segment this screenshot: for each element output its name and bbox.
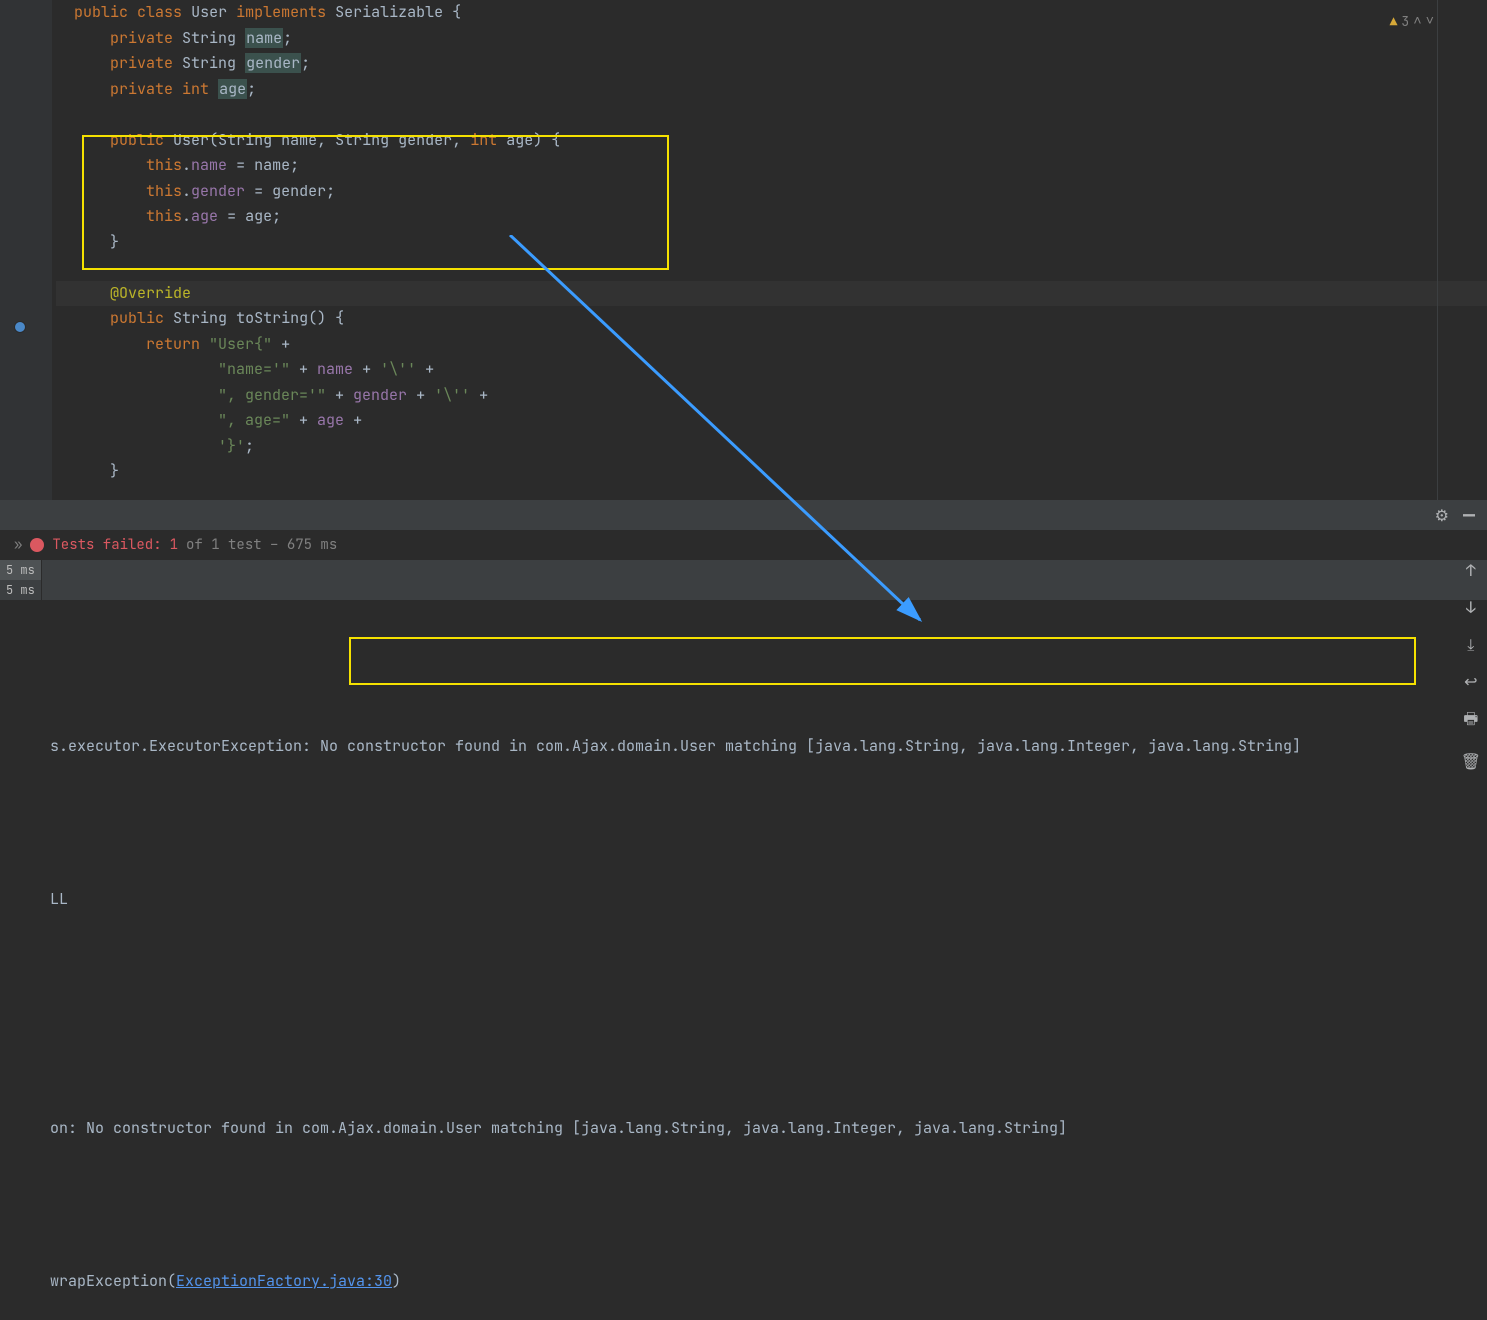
code-line[interactable]: private int age;	[56, 77, 1487, 103]
code-line[interactable]: private String name;	[56, 26, 1487, 52]
scroll-down-icon[interactable]: ↓	[1461, 597, 1481, 618]
chevron-up-icon[interactable]: ˄	[1413, 12, 1421, 30]
console-line	[50, 963, 1473, 989]
code-line[interactable]: "name='" + name + '\'' +	[56, 357, 1487, 383]
minimize-icon[interactable]: —	[1463, 502, 1475, 528]
line-gutter	[0, 0, 52, 500]
fail-dot-icon	[30, 538, 44, 552]
code-line[interactable]: public String toString() {	[56, 306, 1487, 332]
scroll-up-icon[interactable]: ↑	[1461, 560, 1481, 581]
console-line	[50, 1193, 1473, 1219]
right-rail	[1437, 0, 1487, 500]
settings-icon[interactable]: ⚙	[1435, 505, 1449, 526]
test-tree-tabs-2: 5 ms	[0, 580, 1487, 600]
code-line[interactable]: return "User{" +	[56, 332, 1487, 358]
test-tree-tabs: 5 ms	[0, 560, 1487, 580]
clear-icon[interactable]: 🗑	[1461, 751, 1481, 772]
code-line[interactable]: ", age=" + age +	[56, 408, 1487, 434]
console-line	[50, 1040, 1473, 1066]
inspection-status[interactable]: ▲ 3 ˄ ˅	[1390, 12, 1434, 30]
code-line[interactable]	[56, 102, 1487, 128]
code-line[interactable]: this.name = name;	[56, 153, 1487, 179]
chevron-down-icon[interactable]: ˅	[1426, 12, 1434, 30]
code-line[interactable]: '}';	[56, 434, 1487, 460]
code-line[interactable]	[56, 255, 1487, 281]
console-line	[50, 657, 1473, 683]
code-line[interactable]: private String gender;	[56, 51, 1487, 77]
console-output[interactable]: s.executor.ExecutorException: No constru…	[0, 600, 1487, 900]
code-line[interactable]: ", gender='" + gender + '\'' +	[56, 383, 1487, 409]
code-line[interactable]: @Override	[56, 281, 1487, 307]
softwrap-icon[interactable]: ↩	[1461, 671, 1481, 692]
code-line[interactable]: this.age = age;	[56, 204, 1487, 230]
tests-failed-count: 1	[170, 536, 178, 554]
console-toolbar: ↑ ↓ ⤓ ↩ 🖶 🗑	[1461, 560, 1481, 772]
test-status-bar: » Tests failed: 1 of 1 test – 675 ms	[0, 530, 1487, 560]
export-icon[interactable]: ⤓	[1461, 634, 1481, 655]
test-duration-tab2[interactable]: 5 ms	[0, 580, 42, 600]
tests-summary: of 1 test – 675 ms	[186, 536, 337, 554]
warning-count: 3	[1401, 13, 1409, 30]
code-line[interactable]: public User(String name, String gender, …	[56, 128, 1487, 154]
warning-icon: ▲	[1390, 13, 1398, 30]
code-pane[interactable]: public class User implements Serializabl…	[52, 0, 1487, 500]
code-line[interactable]: this.gender = gender;	[56, 179, 1487, 205]
code-line[interactable]: }	[56, 459, 1487, 485]
console-line	[50, 810, 1473, 836]
test-duration-tab1[interactable]: 5 ms	[0, 560, 42, 580]
toolwindow-header: ⚙ —	[0, 500, 1487, 530]
console-cause-line: on: No constructor found in com.Ajax.dom…	[50, 1116, 1473, 1142]
console-stacktrace-line: wrapException(ExceptionFactory.java:30)	[50, 1269, 1473, 1295]
code-line[interactable]: }	[56, 230, 1487, 256]
override-gutter-icon[interactable]	[14, 321, 26, 333]
console-exception-line: s.executor.ExecutorException: No constru…	[50, 734, 1473, 760]
chevron-icon[interactable]: »	[14, 536, 22, 554]
console-line-ll: LL	[50, 887, 1473, 913]
code-line[interactable]: public class User implements Serializabl…	[56, 0, 1487, 26]
print-icon[interactable]: 🖶	[1461, 708, 1481, 735]
editor-area: public class User implements Serializabl…	[0, 0, 1487, 500]
tests-failed-label: Tests failed:	[52, 536, 161, 554]
